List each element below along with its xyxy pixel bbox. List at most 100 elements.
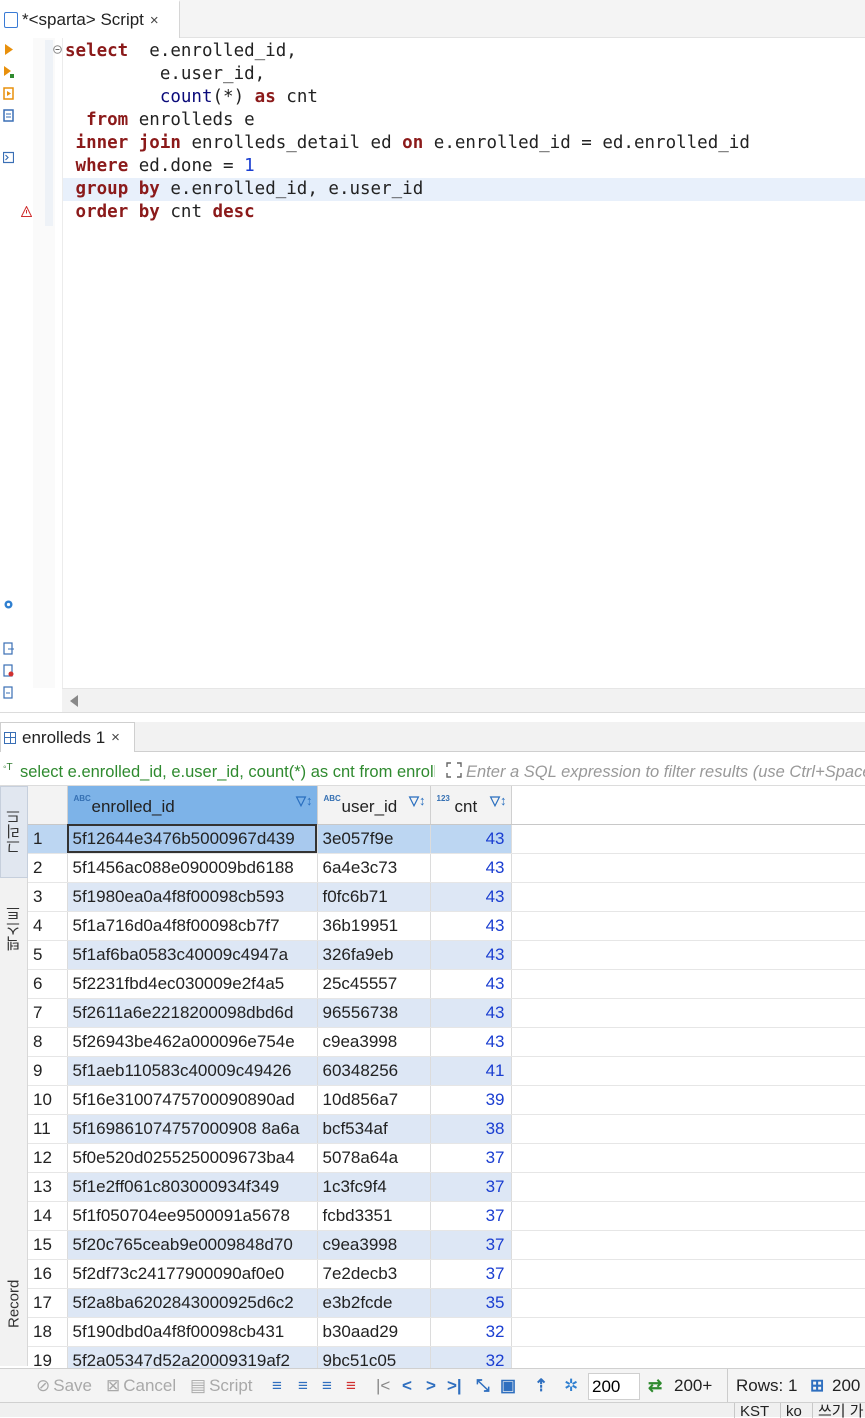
save-button[interactable]: ⊘ Save bbox=[36, 1369, 92, 1403]
cell-enrolled-id[interactable]: 5f1a716d0a4f8f00098cb7f7 bbox=[67, 911, 318, 941]
cell-cnt[interactable]: 43 bbox=[430, 969, 512, 999]
tab-enrolleds-1[interactable]: enrolleds 1 × bbox=[0, 722, 135, 752]
tab-sparta-script[interactable]: *<sparta> Script × bbox=[0, 0, 180, 38]
cell-enrolled-id[interactable]: 5f1e2ff061c803000934f349 bbox=[67, 1172, 318, 1202]
cell-user-id[interactable]: 7e2decb3 bbox=[317, 1259, 431, 1289]
cell-cnt[interactable]: 43 bbox=[430, 882, 512, 912]
cell-cnt[interactable]: 43 bbox=[430, 824, 512, 854]
previous-icon[interactable]: < bbox=[402, 1369, 412, 1403]
edit-row-icon[interactable]: ≡ bbox=[272, 1369, 282, 1403]
cell-cnt[interactable]: 43 bbox=[430, 1027, 512, 1057]
column-header-user-id[interactable]: ABC user_id ▽↕ bbox=[317, 786, 431, 825]
fold-collapse-icon[interactable] bbox=[53, 45, 62, 54]
table-row[interactable]: 10 5f16e31007475700090890ad 10d856a7 39 bbox=[28, 1085, 865, 1115]
cell-cnt[interactable]: 38 bbox=[430, 1114, 512, 1144]
cell-enrolled-id[interactable]: 5f2a05347d52a20009319af2 bbox=[67, 1346, 318, 1368]
table-row[interactable]: 4 5f1a716d0a4f8f00098cb7f7 36b19951 43 bbox=[28, 911, 865, 941]
error-file-icon[interactable] bbox=[3, 664, 14, 677]
table-row[interactable]: 6 5f2231fbd4ec030009e2f4a5 25c45557 43 bbox=[28, 969, 865, 999]
cell-user-id[interactable]: 10d856a7 bbox=[317, 1085, 431, 1115]
close-tab-icon[interactable]: × bbox=[150, 12, 159, 29]
panel-divider[interactable] bbox=[0, 712, 865, 722]
table-row[interactable]: 1 5f12644e3476b5000967d439 3e057f9e 43 bbox=[28, 824, 865, 854]
fetch-settings-gear-icon[interactable]: ✲ bbox=[564, 1369, 578, 1403]
table-row[interactable]: 19 5f2a05347d52a20009319af2 9bc51c05 32 bbox=[28, 1346, 865, 1368]
tab-grid-view[interactable]: 그리드 bbox=[0, 786, 28, 878]
cell-enrolled-id[interactable]: 5f1f050704ee9500091a5678 bbox=[67, 1201, 318, 1231]
cell-user-id[interactable]: 6a4e3c73 bbox=[317, 853, 431, 883]
cell-cnt[interactable]: 35 bbox=[430, 1288, 512, 1318]
next-icon[interactable]: > bbox=[426, 1369, 436, 1403]
filter-expression-input[interactable] bbox=[466, 760, 865, 784]
table-row[interactable]: 2 5f1456ac088e090009bd6188 6a4e3c73 43 bbox=[28, 853, 865, 883]
cell-user-id[interactable]: 326fa9eb bbox=[317, 940, 431, 970]
cell-cnt[interactable]: 43 bbox=[430, 911, 512, 941]
refresh-grid-icon[interactable]: ▣ bbox=[500, 1369, 516, 1403]
cell-enrolled-id[interactable]: 5f2611a6e2218200098dbd6d bbox=[67, 998, 318, 1028]
table-row[interactable]: 16 5f2df73c24177900090af0e0 7e2decb3 37 bbox=[28, 1259, 865, 1289]
cell-enrolled-id[interactable]: 5f190dbd0a4f8f00098cb431 bbox=[67, 1317, 318, 1347]
scroll-left-icon[interactable] bbox=[70, 695, 78, 707]
cell-cnt[interactable]: 32 bbox=[430, 1317, 512, 1347]
cell-user-id[interactable]: 96556738 bbox=[317, 998, 431, 1028]
query-preview[interactable]: select e.enrolled_id, e.user_id, count(*… bbox=[20, 763, 435, 782]
cell-enrolled-id[interactable]: 5f16e31007475700090890ad bbox=[67, 1085, 318, 1115]
table-row[interactable]: 13 5f1e2ff061c803000934f349 1c3fc9f4 37 bbox=[28, 1172, 865, 1202]
fetch-more-button[interactable]: 200+ bbox=[674, 1369, 712, 1403]
cell-cnt[interactable]: 43 bbox=[430, 998, 512, 1028]
cell-cnt[interactable]: 37 bbox=[430, 1172, 512, 1202]
sort-filter-icon[interactable]: ▽↕ bbox=[490, 793, 507, 809]
cell-user-id[interactable]: fcbd3351 bbox=[317, 1201, 431, 1231]
fetch-more-icon[interactable]: ⇄ bbox=[648, 1369, 662, 1403]
table-row[interactable]: 17 5f2a8ba6202843000925d6c2 e3b2fcde 35 bbox=[28, 1288, 865, 1318]
cell-user-id[interactable]: 5078a64a bbox=[317, 1143, 431, 1173]
table-row[interactable]: 15 5f20c765ceab9e0009848d70 c9ea3998 37 bbox=[28, 1230, 865, 1260]
cell-enrolled-id[interactable]: 5f1aeb110583c40009c49426 bbox=[67, 1056, 318, 1086]
cell-enrolled-id[interactable]: 5f2231fbd4ec030009e2f4a5 bbox=[67, 969, 318, 999]
cell-user-id[interactable]: bcf534af bbox=[317, 1114, 431, 1144]
panels-icon[interactable]: ⊞ bbox=[810, 1369, 824, 1403]
cell-user-id[interactable]: 9bc51c05 bbox=[317, 1346, 431, 1368]
cell-enrolled-id[interactable]: 5f1456ac088e090009bd6188 bbox=[67, 853, 318, 883]
cell-cnt[interactable]: 32 bbox=[430, 1346, 512, 1368]
cell-user-id[interactable]: c9ea3998 bbox=[317, 1230, 431, 1260]
cell-user-id[interactable]: c9ea3998 bbox=[317, 1027, 431, 1057]
tab-text-view[interactable]: 텍스트 bbox=[0, 886, 28, 972]
execute-statement-icon[interactable] bbox=[3, 43, 14, 56]
table-row[interactable]: 3 5f1980ea0a4f8f00098cb593 f0fc6b71 43 bbox=[28, 882, 865, 912]
table-row[interactable]: 12 5f0e520d0255250009673ba4 5078a64a 37 bbox=[28, 1143, 865, 1173]
execute-script-icon[interactable] bbox=[3, 87, 14, 100]
cell-user-id[interactable]: 3e057f9e bbox=[317, 824, 431, 854]
add-row-icon[interactable]: ≡ bbox=[298, 1369, 308, 1403]
cell-enrolled-id[interactable]: 5f2a8ba6202843000925d6c2 bbox=[67, 1288, 318, 1318]
cell-enrolled-id[interactable]: 5f1af6ba0583c40009c4947a bbox=[67, 940, 318, 970]
last-page-icon[interactable]: >| bbox=[447, 1369, 462, 1403]
cell-cnt[interactable]: 39 bbox=[430, 1085, 512, 1115]
table-row[interactable]: 5 5f1af6ba0583c40009c4947a 326fa9eb 43 bbox=[28, 940, 865, 970]
close-tab-icon[interactable]: × bbox=[111, 729, 120, 746]
explain-plan-icon[interactable] bbox=[3, 109, 14, 122]
results-grid[interactable]: ABC enrolled_id ▽↕ ABC user_id ▽↕ 123 cnt ▽↕ 1… bbox=[28, 786, 865, 1368]
cell-cnt[interactable]: 43 bbox=[430, 853, 512, 883]
cell-user-id[interactable]: 1c3fc9f4 bbox=[317, 1172, 431, 1202]
fetch-size-input[interactable] bbox=[588, 1373, 640, 1400]
editor-horizontal-scrollbar[interactable] bbox=[62, 688, 865, 712]
table-row[interactable]: 7 5f2611a6e2218200098dbd6d 96556738 43 bbox=[28, 998, 865, 1028]
link-icon[interactable]: ⤡ bbox=[476, 1369, 490, 1403]
table-row[interactable]: 8 5f26943be462a000096e754e c9ea3998 43 bbox=[28, 1027, 865, 1057]
report-file-icon[interactable] bbox=[3, 686, 14, 699]
column-header-cnt[interactable]: 123 cnt ▽↕ bbox=[430, 786, 512, 825]
sort-filter-icon[interactable]: ▽↕ bbox=[409, 793, 426, 809]
cell-cnt[interactable]: 37 bbox=[430, 1230, 512, 1260]
column-header-enrolled-id[interactable]: ABC enrolled_id ▽↕ bbox=[67, 786, 318, 825]
table-row[interactable]: 18 5f190dbd0a4f8f00098cb431 b30aad29 32 bbox=[28, 1317, 865, 1347]
cell-enrolled-id[interactable]: 5f26943be462a000096e754e bbox=[67, 1027, 318, 1057]
sql-editor[interactable]: select e.enrolled_id, e.user_id, count(*… bbox=[62, 38, 865, 688]
cell-cnt[interactable]: 37 bbox=[430, 1143, 512, 1173]
cell-cnt[interactable]: 37 bbox=[430, 1201, 512, 1231]
cell-user-id[interactable]: 60348256 bbox=[317, 1056, 431, 1086]
cell-enrolled-id[interactable]: 5f1980ea0a4f8f00098cb593 bbox=[67, 882, 318, 912]
cell-enrolled-id[interactable]: 5f0e520d0255250009673ba4 bbox=[67, 1143, 318, 1173]
cell-cnt[interactable]: 43 bbox=[430, 940, 512, 970]
export-icon[interactable] bbox=[3, 642, 14, 655]
